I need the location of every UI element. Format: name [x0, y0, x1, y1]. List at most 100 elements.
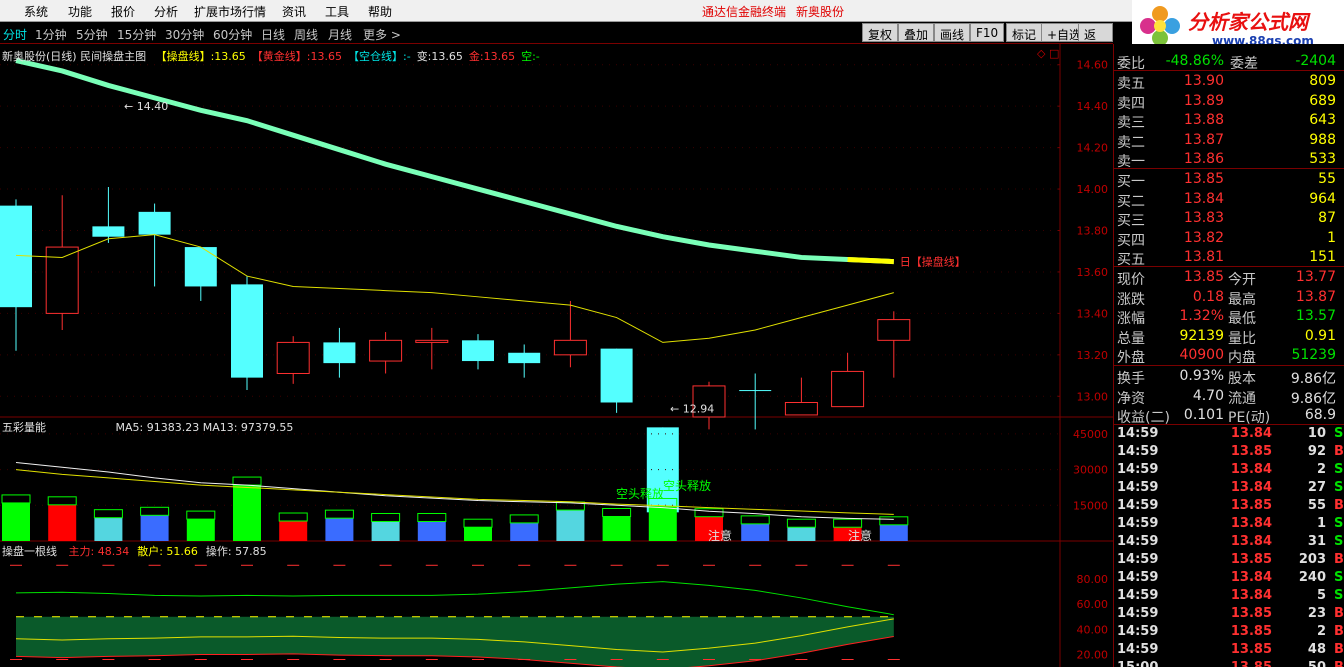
volume-bar-cap [324, 509, 354, 519]
candle-body [784, 401, 818, 416]
menu-function[interactable]: 功能 [68, 3, 92, 20]
tick-price: 13.84 [1230, 534, 1272, 549]
mark-button[interactable]: 标记 [1006, 23, 1043, 42]
logo-text: 分析家公式网 [1188, 10, 1308, 34]
restore-rights-button[interactable]: 复权 [862, 23, 899, 42]
volume-bar [787, 527, 816, 541]
tick-time: 15:00 [1117, 660, 1158, 667]
bid-row: 买三 13.83 87 [1114, 209, 1344, 229]
tick-time: 14:59 [1117, 534, 1159, 549]
volume-bar [510, 522, 539, 541]
period-15min[interactable]: 15分钟 [117, 26, 156, 43]
order-diff-value: -2404 [1295, 53, 1336, 69]
tick-volume: 2 [1316, 462, 1326, 477]
ask-row: 卖一 13.86 533 [1114, 150, 1344, 170]
back-button[interactable]: 返回 [1078, 23, 1113, 59]
menu-tools[interactable]: 工具 [325, 3, 349, 20]
tick-time: 14:59 [1117, 570, 1159, 585]
menu-news[interactable]: 资讯 [282, 3, 306, 20]
ask-volume: 533 [1309, 151, 1336, 167]
kline-chart[interactable]: 14.60 14.40 14.20 14.00 13.80 13.60 13.40 13.20… [0, 44, 1113, 667]
menu-system[interactable]: 系统 [24, 3, 48, 20]
tick-time: 14:59 [1117, 606, 1159, 621]
stat-row: 总量 92139 量比 0.91 [1114, 327, 1344, 347]
volume-bar [464, 527, 492, 541]
y-tick-label: 13.20 [1077, 349, 1109, 362]
draw-line-button[interactable]: 画线 [934, 23, 971, 42]
volume-panel-title: 五彩量能 MA5: 91383.23 MA13: 97379.55 [2, 419, 293, 435]
stat-label: 外盘 [1117, 350, 1145, 366]
tick-volume: 92 [1307, 444, 1326, 459]
period-5min[interactable]: 5分钟 [76, 26, 108, 43]
tick-side: B [1334, 624, 1344, 639]
y-tick-label: 80.00 [1077, 573, 1109, 586]
tick-price: 13.84 [1230, 426, 1272, 441]
volume-bar [741, 523, 770, 541]
period-daily[interactable]: 日线 [261, 26, 285, 43]
volume-bar-cap [47, 496, 77, 506]
volume-ma5-line [15, 461, 894, 520]
bid-label: 买四 [1117, 232, 1145, 249]
volume-bar-cap [232, 476, 262, 486]
ask-price: 13.88 [1183, 112, 1224, 128]
menu-extended-market[interactable]: 扩展市场行情 [194, 3, 266, 20]
stock-name-link[interactable]: 新奥股份 [796, 3, 844, 20]
period-1min[interactable]: 1分钟 [35, 26, 67, 43]
ask-volume: 988 [1309, 131, 1336, 148]
f10-button[interactable]: F10 [970, 23, 1005, 42]
bid-row: 买一 13.85 55 [1114, 170, 1344, 190]
candle-body [600, 348, 633, 403]
ask-price: 13.89 [1183, 92, 1224, 109]
tick-time: 14:59 [1117, 480, 1159, 495]
volume-bar-cap [694, 508, 724, 518]
volume-bar-cap [93, 509, 123, 519]
ask-row: 卖四 13.89 689 [1114, 92, 1344, 112]
ask-price: 13.86 [1183, 151, 1224, 167]
tick-side: B [1334, 660, 1344, 667]
tick-price: 13.84 [1230, 588, 1272, 603]
chart-area[interactable]: 14.60 14.40 14.20 14.00 13.80 13.60 13.40 13.20… [0, 44, 1113, 667]
menu-analysis[interactable]: 分析 [154, 3, 178, 20]
panel-diamond-icon[interactable]: ◇ [1037, 47, 1045, 60]
stat-value: 0.18 [1192, 288, 1224, 305]
volume-bar [602, 516, 631, 541]
tick-price: 13.85 [1230, 606, 1272, 621]
tick-price: 13.85 [1230, 552, 1272, 567]
legend-item: 【黄金线】:13.65 [251, 50, 342, 63]
volume-bar [48, 504, 77, 541]
bid-row: 买二 13.84 964 [1114, 190, 1344, 210]
y-tick-label: 40.00 [1077, 623, 1109, 636]
volume-bar [371, 521, 400, 541]
bid-price: 13.85 [1183, 171, 1224, 187]
menu-help[interactable]: 帮助 [368, 3, 392, 20]
period-more[interactable]: 更多 > [363, 26, 401, 43]
volume-bar-cap [417, 512, 447, 522]
tick-volume: 27 [1307, 480, 1326, 495]
candle-body [323, 342, 356, 364]
indicator-fields: 主力: 48.34 散户: 51.66 操作: 57.85 [61, 545, 267, 558]
stat-label: 量比 [1228, 330, 1256, 347]
panel-square-icon[interactable]: □ [1049, 47, 1059, 60]
stat-value: 1.32% [1179, 308, 1224, 324]
tick-volume: 1 [1316, 516, 1326, 531]
quote-separator [1114, 266, 1344, 267]
period-30min[interactable]: 30分钟 [165, 26, 204, 43]
period-weekly[interactable]: 周线 [294, 26, 318, 43]
period-timeshare[interactable]: 分时 [3, 26, 27, 43]
menu-quote[interactable]: 报价 [111, 3, 135, 20]
operation-line-tag: 日【操盘线】 [900, 255, 966, 269]
indicator-title: 操盘一根线 [2, 545, 57, 558]
overlay-button[interactable]: 叠加 [898, 23, 935, 42]
bid-price: 13.81 [1183, 249, 1224, 265]
tick-row: 14:59 13.84 240 S [1114, 570, 1344, 588]
tick-volume: 5 [1316, 588, 1326, 603]
tick-row: 14:59 13.85 55 B [1114, 498, 1344, 516]
period-60min[interactable]: 60分钟 [213, 26, 252, 43]
stat-row: 外盘 40900 内盘 51239 [1114, 346, 1344, 366]
tick-side: S [1334, 570, 1344, 585]
bid-price: 13.82 [1183, 229, 1224, 246]
y-tick-label: 45000 [1073, 428, 1108, 441]
tick-row: 14:59 13.85 92 B [1114, 444, 1344, 462]
candle-body [831, 370, 865, 408]
period-monthly[interactable]: 月线 [328, 26, 352, 43]
